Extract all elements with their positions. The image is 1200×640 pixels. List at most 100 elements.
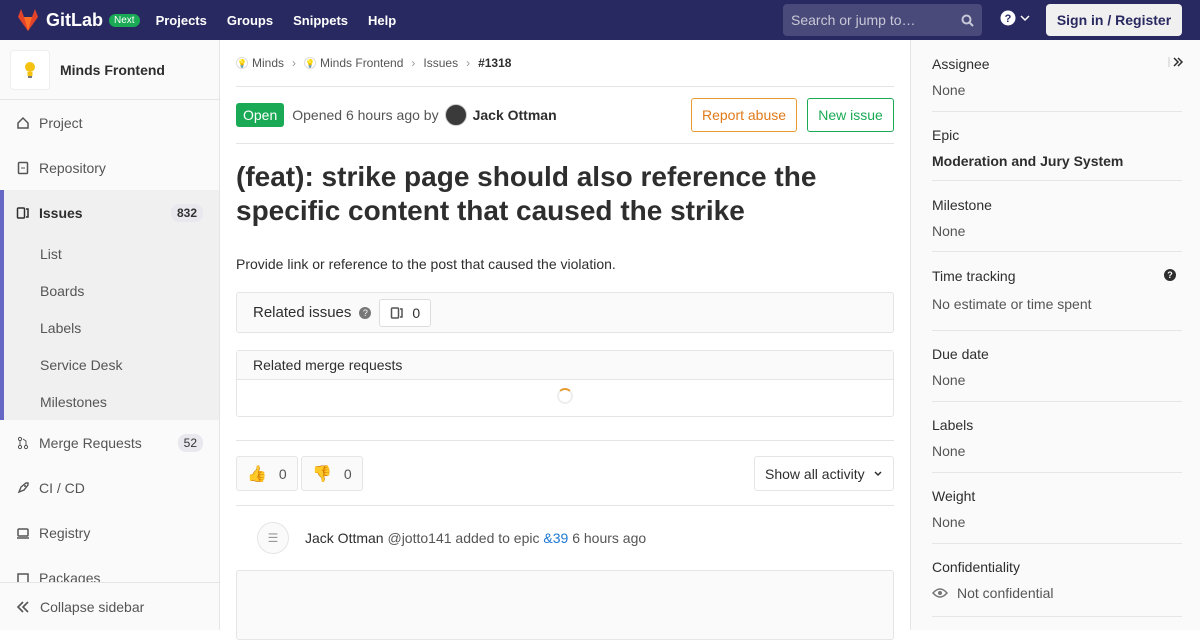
milestone-value: None <box>932 223 966 239</box>
lightbulb-icon <box>25 61 35 78</box>
milestone-section: Milestone None <box>932 182 1182 252</box>
sidebar-item-repository[interactable]: Repository <box>0 145 219 190</box>
sidebar-item-project[interactable]: Project <box>0 100 219 145</box>
time-tracking-value: No estimate or time spent <box>932 296 1092 312</box>
activity-filter-dropdown[interactable]: Show all activity <box>754 456 894 491</box>
breadcrumb-separator: › <box>411 56 416 70</box>
help-question-icon[interactable]: ? <box>1164 269 1176 281</box>
subnav-boards[interactable]: Boards <box>4 272 219 309</box>
double-chevron-left-icon <box>16 600 29 613</box>
help-dropdown[interactable]: ? <box>1000 10 1030 26</box>
thumbs-down-count: 0 <box>343 465 352 482</box>
main-content: 💡 Minds › 💡 Minds Frontend › Issues › #1… <box>236 40 894 640</box>
event-time: 6 hours ago <box>572 530 647 546</box>
epic-link[interactable]: &39 <box>543 530 568 546</box>
related-issues-panel: Related issues ? 0 <box>236 292 894 333</box>
subnav-service-desk[interactable]: Service Desk <box>4 346 219 383</box>
breadcrumb-item-minds[interactable]: Minds <box>252 56 284 70</box>
rocket-icon <box>16 481 30 495</box>
epic-label: Epic <box>932 127 960 143</box>
issue-title: (feat): strike page should also referenc… <box>236 161 817 226</box>
event-author[interactable]: Jack Ottman <box>305 530 384 546</box>
status-badge: Open <box>236 103 285 127</box>
event-handle[interactable]: @jotto141 <box>387 530 451 546</box>
sidebar-item-label: Merge Requests <box>39 434 142 451</box>
weight-value: None <box>932 514 966 530</box>
breadcrumb-separator: › <box>292 56 297 70</box>
sidebar-item-label: Project <box>39 114 83 131</box>
thumbs-up-icon: 👍 <box>247 465 267 483</box>
eye-icon <box>932 588 948 598</box>
milestone-label: Milestone <box>932 197 992 213</box>
search-input[interactable]: Search or jump to… <box>783 4 982 36</box>
labels-label: Labels <box>932 417 974 433</box>
thumbs-up-count: 0 <box>278 465 287 482</box>
subnav-labels[interactable]: Labels <box>4 309 219 346</box>
reaction-bar: 👍 0 👎 0 Show all activity <box>236 440 894 506</box>
subnav-list[interactable]: List <box>4 235 219 272</box>
nav-groups[interactable]: Groups <box>227 13 273 28</box>
avatar <box>444 104 467 126</box>
help-question-icon[interactable]: ? <box>359 306 372 319</box>
author-name: Jack Ottman <box>472 107 557 123</box>
confidentiality-value: Not confidential <box>957 585 1054 601</box>
due-date-value: None <box>932 372 966 388</box>
sidebar-item-label: CI / CD <box>39 479 85 496</box>
related-mr-label: Related merge requests <box>237 351 893 380</box>
due-date-section: Due date None <box>932 331 1182 402</box>
subnav-milestones[interactable]: Milestones <box>4 383 219 420</box>
project-avatar-icon: 💡 <box>304 57 317 69</box>
author-link[interactable]: Jack Ottman <box>444 104 557 126</box>
nav-help[interactable]: Help <box>368 13 396 28</box>
new-issue-button[interactable]: New issue <box>807 98 894 132</box>
collapse-sidebar-icon[interactable] <box>1168 56 1184 68</box>
fox-logo-icon <box>18 9 38 31</box>
loading-spinner-icon <box>557 388 573 404</box>
epic-section: Epic Moderation and Jury System <box>932 111 1182 181</box>
collapse-sidebar-button[interactable]: Collapse sidebar <box>0 582 219 630</box>
epic-value[interactable]: Moderation and Jury System <box>932 153 1182 169</box>
project-header[interactable]: Minds Frontend <box>0 40 219 100</box>
nav-snippets[interactable]: Snippets <box>293 13 348 28</box>
sidebar-item-registry[interactable]: Registry <box>0 510 219 555</box>
assignee-value: None <box>932 82 966 98</box>
sidebar-item-cicd[interactable]: CI / CD <box>0 465 219 510</box>
breadcrumb-item-issues[interactable]: Issues <box>423 56 458 70</box>
breadcrumb-item-project[interactable]: Minds Frontend <box>320 56 403 70</box>
system-note: ☰ Jack Ottman @jotto141 added to epic &3… <box>236 506 894 570</box>
thumbs-up-button[interactable]: 👍 0 <box>236 456 298 491</box>
thumbs-down-button[interactable]: 👎 0 <box>301 456 363 491</box>
issues-icon <box>391 306 404 319</box>
chevron-down-icon <box>874 470 882 476</box>
project-name: Minds Frontend <box>60 61 165 78</box>
disk-icon <box>16 526 30 540</box>
sidebar-item-label: Registry <box>39 524 91 541</box>
gitlab-logo[interactable]: GitLab Next <box>16 9 140 31</box>
related-merge-requests-panel: Related merge requests <box>236 350 894 417</box>
related-issues-count-button[interactable]: 0 <box>379 298 432 327</box>
chevron-down-icon <box>1020 15 1030 22</box>
confidentiality-row: Not confidential <box>932 585 1182 601</box>
weight-label: Weight <box>932 488 976 504</box>
next-badge[interactable]: Next <box>109 13 140 27</box>
issues-icon <box>16 206 30 220</box>
report-abuse-button[interactable]: Report abuse <box>691 98 797 132</box>
issue-description: Provide link or reference to the post th… <box>236 256 616 272</box>
sidebar-item-label: Repository <box>39 159 106 176</box>
brand-name: GitLab <box>46 9 103 30</box>
breadcrumb-item-issue-number[interactable]: #1318 <box>478 56 511 70</box>
nav-projects[interactable]: Projects <box>156 13 207 28</box>
issue-header: Open Opened 6 hours ago by Jack Ottman R… <box>236 87 894 144</box>
opened-text: Opened 6 hours ago by <box>292 107 439 123</box>
system-note-icon: ☰ <box>257 522 289 554</box>
confidentiality-section: Confidentiality Not confidential <box>932 544 1182 617</box>
breadcrumb: 💡 Minds › 💡 Minds Frontend › Issues › #1… <box>236 40 894 87</box>
question-icon: ? <box>1000 10 1016 26</box>
sign-in-button[interactable]: Sign in / Register <box>1046 4 1182 36</box>
sidebar-item-issues[interactable]: Issues 832 <box>4 190 219 235</box>
confidentiality-label: Confidentiality <box>932 559 1020 575</box>
collapse-label: Collapse sidebar <box>40 598 145 615</box>
home-icon <box>16 116 30 130</box>
sidebar-item-merge-requests[interactable]: Merge Requests 52 <box>0 420 219 465</box>
search-placeholder: Search or jump to… <box>791 12 916 28</box>
